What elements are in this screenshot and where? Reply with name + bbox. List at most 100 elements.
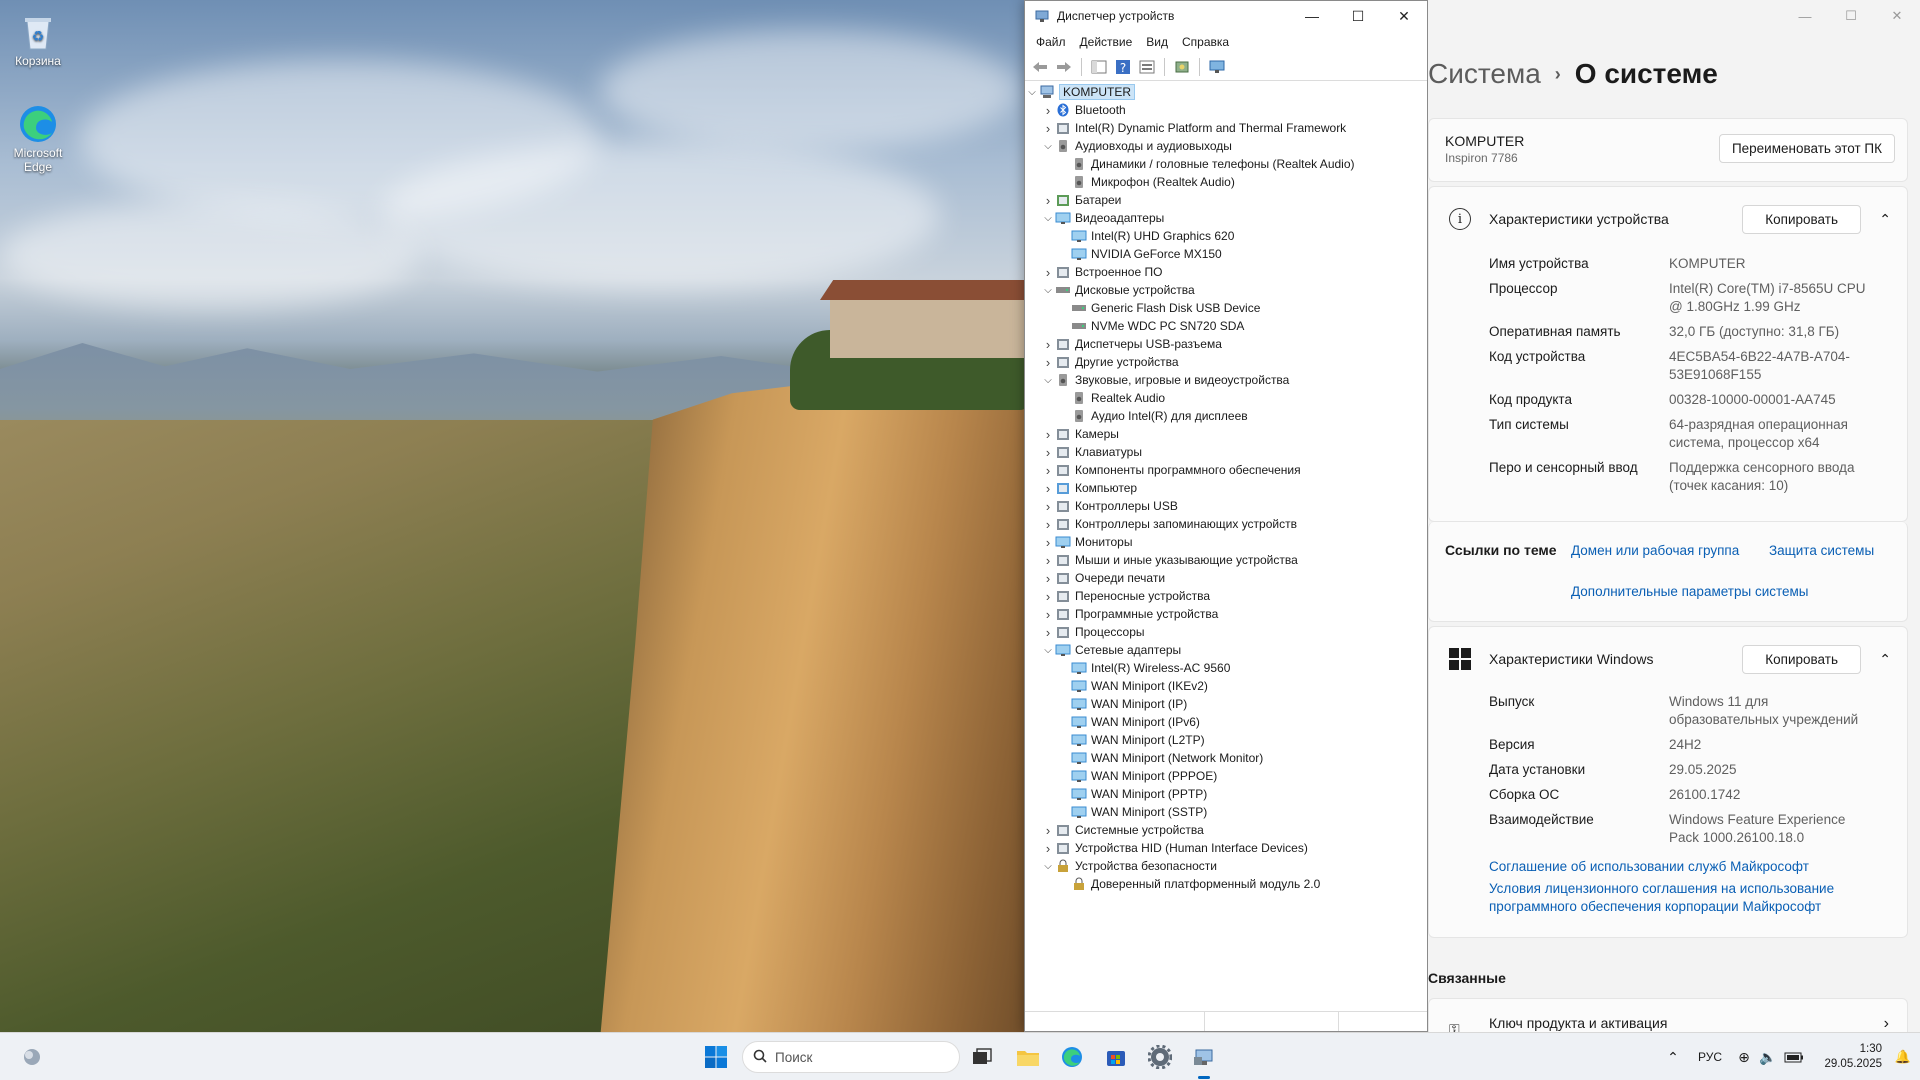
properties-icon[interactable] bbox=[1138, 58, 1156, 76]
chevron-right-icon[interactable]: › bbox=[1041, 479, 1055, 497]
settings-gear-icon[interactable] bbox=[1144, 1041, 1176, 1073]
input-language[interactable]: РУС bbox=[1688, 1050, 1732, 1064]
minimize-button[interactable]: — bbox=[1289, 1, 1335, 31]
tree-category[interactable]: › Мониторы bbox=[1025, 533, 1427, 551]
network-globe-icon[interactable]: ⊕ bbox=[1732, 1049, 1756, 1066]
back-arrow-icon[interactable] bbox=[1031, 58, 1049, 76]
start-button[interactable] bbox=[700, 1041, 732, 1073]
tree-category[interactable]: › Встроенное ПО bbox=[1025, 263, 1427, 281]
tree-device[interactable]: Generic Flash Disk USB Device bbox=[1025, 299, 1427, 317]
chevron-right-icon[interactable]: › bbox=[1041, 335, 1055, 353]
battery-icon[interactable] bbox=[1780, 1052, 1808, 1063]
tree-category[interactable]: › Клавиатуры bbox=[1025, 443, 1427, 461]
tree-device[interactable]: WAN Miniport (SSTP) bbox=[1025, 803, 1427, 821]
copy-device-specs-button[interactable]: Копировать bbox=[1742, 204, 1861, 234]
chevron-down-icon[interactable]: ⌵ bbox=[1041, 641, 1055, 659]
tree-device[interactable]: NVIDIA GeForce MX150 bbox=[1025, 245, 1427, 263]
chevron-down-icon[interactable]: ⌵ bbox=[1041, 371, 1055, 389]
desktop-icon-recycle-bin[interactable]: ♻ Корзина bbox=[6, 12, 70, 68]
chevron-right-icon[interactable]: › bbox=[1041, 461, 1055, 479]
desktop-icon-edge[interactable]: Microsoft Edge bbox=[6, 104, 70, 174]
tree-category[interactable]: › Батареи bbox=[1025, 191, 1427, 209]
link-advanced-system-settings[interactable]: Дополнительные параметры системы bbox=[1571, 584, 1809, 599]
breadcrumb-parent[interactable]: Система bbox=[1428, 58, 1541, 90]
notification-bell-icon[interactable]: 🔔 bbox=[1886, 1049, 1920, 1065]
device-specs-header[interactable]: i Характеристики устройства Копировать ⌃ bbox=[1429, 187, 1907, 251]
windows-specs-header[interactable]: Характеристики Windows Копировать ⌃ bbox=[1429, 627, 1907, 691]
chevron-right-icon[interactable]: › bbox=[1041, 821, 1055, 839]
scan-hardware-icon[interactable] bbox=[1208, 58, 1226, 76]
tree-device[interactable]: Доверенный платформенный модуль 2.0 bbox=[1025, 875, 1427, 893]
tree-category[interactable]: › Контроллеры запоминающих устройств bbox=[1025, 515, 1427, 533]
tree-category[interactable]: ⌵ Устройства безопасности bbox=[1025, 857, 1427, 875]
chevron-down-icon[interactable]: ⌵ bbox=[1041, 209, 1055, 227]
tree-category[interactable]: › Камеры bbox=[1025, 425, 1427, 443]
chevron-right-icon[interactable]: › bbox=[1041, 551, 1055, 569]
minimize-button[interactable]: — bbox=[1782, 0, 1828, 32]
task-view-icon[interactable] bbox=[966, 1041, 998, 1073]
menu-help[interactable]: Справка bbox=[1175, 35, 1236, 49]
close-button[interactable]: ✕ bbox=[1874, 0, 1920, 32]
menu-action[interactable]: Действие bbox=[1073, 35, 1140, 49]
volume-icon[interactable]: 🔈 bbox=[1756, 1049, 1780, 1066]
tree-category[interactable]: › Диспетчеры USB-разъема bbox=[1025, 335, 1427, 353]
tree-category[interactable]: › Процессоры bbox=[1025, 623, 1427, 641]
menu-file[interactable]: Файл bbox=[1029, 35, 1073, 49]
link-license-terms[interactable]: Условия лицензионного соглашения на испо… bbox=[1489, 880, 1869, 916]
rename-pc-button[interactable]: Переименовать этот ПК bbox=[1718, 134, 1895, 163]
tree-category[interactable]: › Мыши и иные указывающие устройства bbox=[1025, 551, 1427, 569]
maximize-button[interactable]: ☐ bbox=[1335, 1, 1381, 31]
tree-device[interactable]: Аудио Intel(R) для дисплеев bbox=[1025, 407, 1427, 425]
tree-category[interactable]: › Очереди печати bbox=[1025, 569, 1427, 587]
tree-device[interactable]: Intel(R) Wireless-AC 9560 bbox=[1025, 659, 1427, 677]
tree-device[interactable]: Realtek Audio bbox=[1025, 389, 1427, 407]
tree-category[interactable]: › Компьютер bbox=[1025, 479, 1427, 497]
tree-device[interactable]: WAN Miniport (L2TP) bbox=[1025, 731, 1427, 749]
tree-device[interactable]: WAN Miniport (IKEv2) bbox=[1025, 677, 1427, 695]
tree-device[interactable]: NVMe WDC PC SN720 SDA bbox=[1025, 317, 1427, 335]
tree-device[interactable]: WAN Miniport (PPTP) bbox=[1025, 785, 1427, 803]
menu-view[interactable]: Вид bbox=[1139, 35, 1175, 49]
tree-category[interactable]: › Другие устройства bbox=[1025, 353, 1427, 371]
tree-category[interactable]: › Переносные устройства bbox=[1025, 587, 1427, 605]
show-hide-console-tree-icon[interactable] bbox=[1090, 58, 1108, 76]
help-icon[interactable]: ? bbox=[1114, 58, 1132, 76]
chevron-right-icon[interactable]: › bbox=[1041, 515, 1055, 533]
tree-category[interactable]: › Устройства HID (Human Interface Devices… bbox=[1025, 839, 1427, 857]
chevron-right-icon[interactable]: › bbox=[1041, 425, 1055, 443]
tree-root-computer[interactable]: ⌵ KOMPUTER bbox=[1025, 83, 1427, 101]
tree-category[interactable]: ⌵ Дисковые устройства bbox=[1025, 281, 1427, 299]
chevron-right-icon[interactable]: › bbox=[1041, 623, 1055, 641]
chevron-up-icon[interactable]: ⌃ bbox=[1658, 1049, 1688, 1066]
tree-device[interactable]: Динамики / головные телефоны (Realtek Au… bbox=[1025, 155, 1427, 173]
tree-category[interactable]: › Контроллеры USB bbox=[1025, 497, 1427, 515]
tree-category[interactable]: › Компоненты программного обеспечения bbox=[1025, 461, 1427, 479]
chevron-right-icon[interactable]: › bbox=[1041, 443, 1055, 461]
device-manager-taskbar-icon[interactable] bbox=[1188, 1041, 1220, 1079]
chevron-right-icon[interactable]: › bbox=[1041, 497, 1055, 515]
chevron-right-icon[interactable]: › bbox=[1041, 353, 1055, 371]
edge-icon[interactable] bbox=[1056, 1041, 1088, 1073]
chevron-down-icon[interactable]: ⌵ bbox=[1041, 137, 1055, 155]
file-explorer-icon[interactable] bbox=[1012, 1041, 1044, 1073]
tree-category[interactable]: ⌵ Звуковые, игровые и видеоустройства bbox=[1025, 371, 1427, 389]
chevron-right-icon[interactable]: › bbox=[1041, 191, 1055, 209]
tree-category[interactable]: › Bluetooth bbox=[1025, 101, 1427, 119]
store-icon[interactable] bbox=[1100, 1041, 1132, 1073]
link-domain-workgroup[interactable]: Домен или рабочая группа bbox=[1571, 543, 1739, 558]
tree-category[interactable]: ⌵ Видеоадаптеры bbox=[1025, 209, 1427, 227]
chevron-right-icon[interactable]: › bbox=[1041, 605, 1055, 623]
forward-arrow-icon[interactable] bbox=[1055, 58, 1073, 76]
chevron-down-icon[interactable]: ⌵ bbox=[1041, 281, 1055, 299]
tree-device[interactable]: Микрофон (Realtek Audio) bbox=[1025, 173, 1427, 191]
copy-windows-specs-button[interactable]: Копировать bbox=[1742, 644, 1861, 674]
chevron-right-icon[interactable]: › bbox=[1041, 101, 1055, 119]
tree-device[interactable]: Intel(R) UHD Graphics 620 bbox=[1025, 227, 1427, 245]
chevron-up-icon[interactable]: ⌃ bbox=[1861, 651, 1891, 668]
chevron-right-icon[interactable]: › bbox=[1041, 587, 1055, 605]
chevron-right-icon[interactable]: › bbox=[1041, 533, 1055, 551]
clock[interactable]: 1:30 29.05.2025 bbox=[1808, 1042, 1886, 1072]
tree-category[interactable]: ⌵ Аудиовходы и аудиовыходы bbox=[1025, 137, 1427, 155]
chevron-down-icon[interactable]: ⌵ bbox=[1041, 857, 1055, 875]
tree-device[interactable]: WAN Miniport (PPPOE) bbox=[1025, 767, 1427, 785]
